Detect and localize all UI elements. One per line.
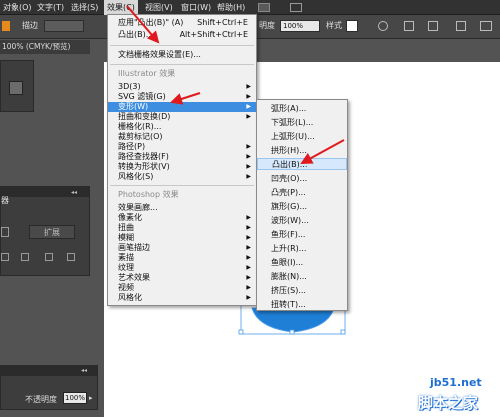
watermark-url: jb51.net	[430, 376, 482, 389]
red-arrow-effect-menu	[126, 5, 160, 44]
annotation-arrows	[126, 5, 345, 164]
red-arrow-warp	[170, 92, 201, 105]
red-arrow-bulge	[300, 139, 345, 164]
watermark-brand: 脚本之家	[418, 394, 479, 412]
